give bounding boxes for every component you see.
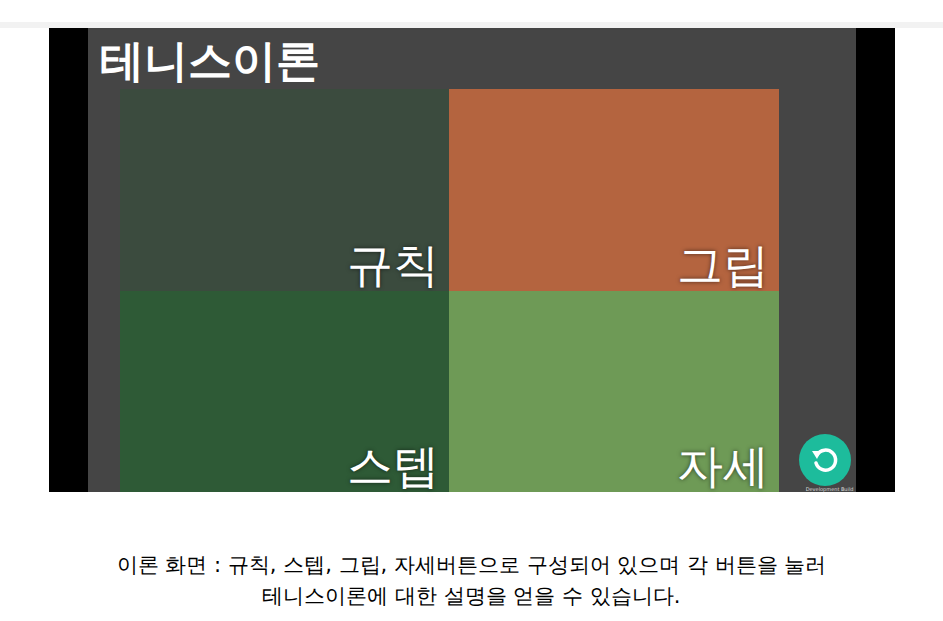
letterbox-left <box>49 28 88 492</box>
back-button[interactable] <box>799 434 851 486</box>
menu-button-label: 규칙 <box>347 240 439 291</box>
menu-button[interactable]: 자세 <box>449 291 779 493</box>
app-screen: 테니스이론 규칙 그립스텝 자세 Development Build <box>49 28 895 492</box>
theory-panel: 테니스이론 규칙 그립스텝 자세 Development Build <box>88 28 856 492</box>
menu-button-label: 스텝 <box>347 441 439 492</box>
slide: 테니스이론 규칙 그립스텝 자세 Development Build 이론 화면 :… <box>0 0 943 621</box>
menu-button[interactable]: 스텝 <box>120 291 450 493</box>
caption: 이론 화면 : 규칙, 스텝, 그립, 자세버튼으로 구성되어 있으며 각 버튼… <box>0 492 943 621</box>
menu-button[interactable]: 그립 <box>449 89 779 291</box>
refresh-icon <box>808 443 842 477</box>
caption-line: 테니스이론에 대한 설명을 얻을 수 있습니다. <box>262 581 680 612</box>
top-strip <box>0 0 943 28</box>
menu-grid: 규칙 그립스텝 자세 <box>120 89 779 492</box>
menu-button-label: 그립 <box>677 240 769 291</box>
menu-button-label: 자세 <box>677 441 769 492</box>
letterbox-right <box>856 28 895 492</box>
screen-title: 테니스이론 <box>88 28 856 89</box>
menu-button[interactable]: 규칙 <box>120 89 450 291</box>
build-label: Development Build <box>806 486 854 492</box>
caption-line: 이론 화면 : 규칙, 스텝, 그립, 자세버튼으로 구성되어 있으며 각 버튼… <box>117 550 827 581</box>
